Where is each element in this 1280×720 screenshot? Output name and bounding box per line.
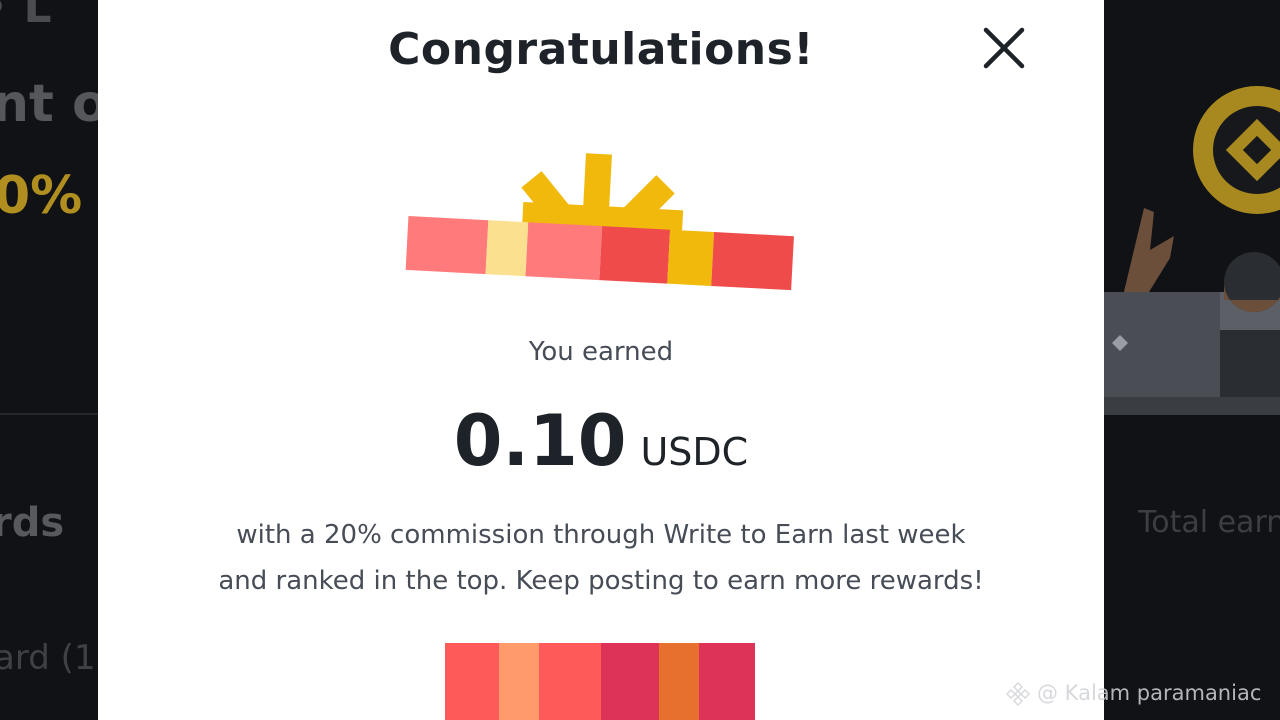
gift-box-body-icon [445, 643, 755, 720]
reward-amount: 0.10 USDC [98, 400, 1104, 482]
background-percent-fragment: 0% [0, 166, 83, 226]
watermark: @ Kalam paramaniac [1005, 681, 1261, 707]
reward-description: with a 20% commission through Write to E… [148, 512, 1054, 604]
currency-label: USDC [640, 430, 749, 474]
binance-logo-icon [1006, 682, 1030, 706]
background-rewards-fragment: rds [0, 500, 65, 546]
gift-box-icon [405, 153, 794, 291]
background-total-earned-fragment: Total earn [1138, 505, 1280, 540]
coin-illustration-icon [1104, 86, 1280, 415]
earned-label: You earned [528, 337, 674, 367]
watermark-text: @ Kalam paramaniac [1037, 681, 1262, 705]
amount-value: 0.10 [453, 400, 627, 482]
description-line: with a 20% commission through Write to E… [236, 520, 966, 550]
background-divider [0, 413, 100, 415]
description-line: and ranked in the top. Keep posting to e… [218, 566, 984, 596]
background-header-fragment: • L [0, 0, 52, 33]
modal-title: Congratulations! [388, 24, 814, 75]
close-icon[interactable] [978, 22, 1030, 74]
reward-modal: Congratulations! You earned 0.10 USDC wit… [98, 0, 1104, 720]
background-reward-fragment: ard (1 [0, 638, 96, 678]
